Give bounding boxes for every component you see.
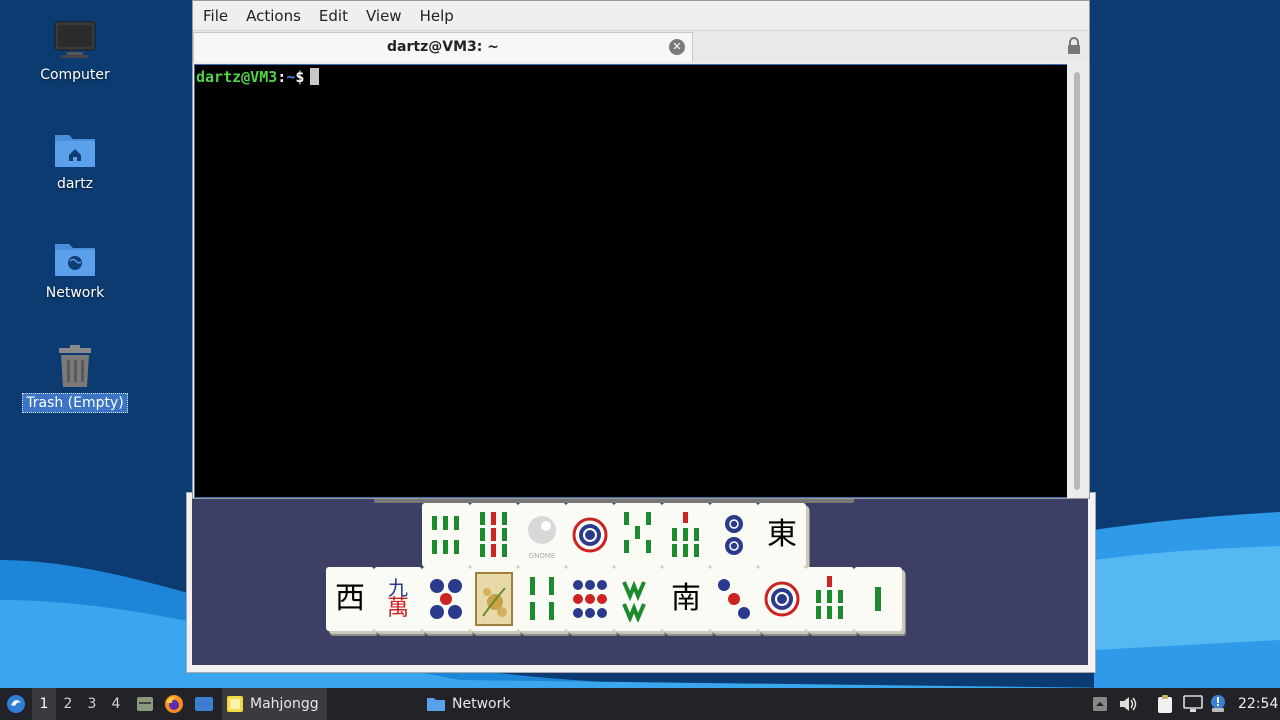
terminal-scrollbar[interactable] — [1067, 64, 1089, 498]
network-status-icon[interactable] — [1182, 688, 1204, 720]
prompt-user: dartz@VM3 — [196, 68, 278, 86]
file-manager-launcher-icon[interactable] — [134, 688, 156, 720]
scrollbar-thumb[interactable] — [1074, 72, 1080, 490]
gnome-tile-label: GNOME — [529, 552, 556, 560]
terminal-window[interactable]: File Actions Edit View Help dartz@VM3: ~… — [192, 0, 1090, 499]
task-label: Mahjongg — [250, 696, 319, 712]
tile-south-wind[interactable]: 南 — [662, 567, 710, 631]
desktop-icon-computer[interactable]: Computer — [20, 18, 130, 84]
taskbar: 1 2 3 4 Mahjongg Network 22:54 — [0, 688, 1280, 720]
desktop-icon-label: Network — [45, 285, 105, 301]
tile-1-circle[interactable] — [758, 567, 806, 631]
clock[interactable]: 22:54 — [1238, 688, 1278, 720]
trash-icon — [53, 345, 97, 389]
tile-east-wind[interactable]: 東 — [758, 503, 806, 567]
network-folder-icon — [53, 236, 97, 280]
tray-expand-icon[interactable] — [1090, 688, 1110, 720]
firefox-icon[interactable] — [162, 688, 186, 720]
east-wind-glyph: 東 — [767, 517, 797, 552]
character-number-glyph: 九 — [388, 576, 408, 600]
menu-bar: File Actions Edit View Help — [193, 1, 1089, 30]
tile-gnome[interactable]: GNOME — [518, 503, 566, 567]
tile-2-bamboo[interactable] — [854, 567, 902, 631]
tile-1-circle[interactable] — [566, 503, 614, 567]
tile-7-bamboo[interactable] — [662, 503, 710, 567]
workspace-4[interactable]: 4 — [104, 688, 128, 720]
mahjongg-board[interactable]: GNOME 東 西 九 萬 南 — [192, 497, 1088, 665]
start-menu-icon[interactable] — [4, 688, 28, 720]
tile-6-bamboo[interactable] — [518, 567, 566, 631]
tile-2-circle[interactable] — [710, 503, 758, 567]
tile-5-circle[interactable] — [422, 567, 470, 631]
west-wind-glyph: 西 — [335, 581, 365, 616]
prompt-path: ~ — [286, 68, 296, 86]
close-tab-icon[interactable]: ✕ — [669, 39, 685, 55]
tile-7-bamboo[interactable] — [614, 503, 662, 567]
menu-file[interactable]: File — [197, 7, 240, 25]
terminal-output[interactable]: dartz@VM3:~$ — [194, 64, 1068, 498]
volume-icon[interactable] — [1118, 688, 1138, 720]
shell-prompt: dartz@VM3:~$ — [196, 68, 320, 86]
computer-icon — [53, 18, 97, 62]
tile-9-bamboo[interactable] — [470, 503, 518, 567]
show-desktop-icon[interactable] — [192, 688, 216, 720]
tile-3-circle[interactable] — [710, 567, 758, 631]
mahjongg-icon — [227, 696, 243, 712]
desktop-icon-label: Trash (Empty) — [22, 393, 128, 413]
menu-actions[interactable]: Actions — [240, 7, 313, 25]
notification-icon[interactable] — [1208, 688, 1228, 720]
menu-edit[interactable]: Edit — [313, 7, 360, 25]
task-label: Network — [452, 696, 511, 712]
menu-help[interactable]: Help — [414, 7, 466, 25]
folder-icon — [427, 698, 445, 711]
lock-icon[interactable] — [1067, 37, 1081, 59]
home-folder-icon — [53, 127, 97, 171]
tile-west-wind[interactable]: 西 — [326, 567, 374, 631]
tile-flower[interactable] — [470, 567, 518, 631]
terminal-tab[interactable]: dartz@VM3: ~ ✕ — [193, 32, 693, 62]
desktop-icon-label: Computer — [40, 67, 110, 83]
workspace-1[interactable]: 1 — [32, 688, 56, 720]
tab-bar: dartz@VM3: ~ ✕ — [193, 30, 1089, 63]
task-network[interactable]: Network — [422, 688, 518, 720]
south-wind-glyph: 南 — [671, 581, 701, 616]
desktop-icon-label: dartz — [56, 176, 94, 192]
desktop-icon-network[interactable]: Network — [20, 236, 130, 302]
tile-bird[interactable] — [614, 567, 662, 631]
tab-title: dartz@VM3: ~ — [387, 39, 499, 55]
workspace-3[interactable]: 3 — [80, 688, 104, 720]
menu-view[interactable]: View — [360, 7, 414, 25]
tile-9-character[interactable]: 九 萬 — [374, 567, 422, 631]
prompt-symbol: $ — [295, 68, 305, 86]
clipboard-icon[interactable] — [1154, 688, 1176, 720]
text-cursor — [310, 68, 320, 85]
wan-glyph: 萬 — [386, 596, 409, 621]
workspace-2[interactable]: 2 — [56, 688, 80, 720]
desktop-icon-home[interactable]: dartz — [20, 127, 130, 193]
task-mahjongg[interactable]: Mahjongg — [222, 688, 327, 720]
tile-9-bamboo[interactable] — [806, 567, 854, 631]
tile-9-circle[interactable] — [566, 567, 614, 631]
desktop-icon-trash[interactable]: Trash (Empty) — [20, 345, 130, 413]
mahjongg-window[interactable]: GNOME 東 西 九 萬 南 — [186, 492, 1096, 673]
tile-8-bamboo[interactable] — [422, 503, 470, 567]
prompt-separator: : — [277, 68, 287, 86]
